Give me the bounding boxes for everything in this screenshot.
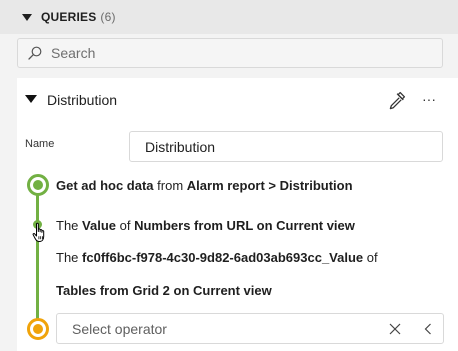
step-value[interactable]: Value bbox=[82, 218, 116, 233]
step-the: The bbox=[56, 250, 79, 265]
step-the: The bbox=[56, 218, 79, 233]
step-get-data[interactable]: Get ad hoc data from Alarm report > Dist… bbox=[56, 178, 353, 193]
queries-count: (6) bbox=[100, 10, 116, 24]
query-title: Distribution bbox=[47, 92, 118, 108]
search-box[interactable] bbox=[17, 38, 443, 68]
queries-section-header[interactable]: QUERIES (6) bbox=[0, 0, 458, 34]
caret-down-icon[interactable] bbox=[22, 13, 32, 21]
name-label: Name bbox=[25, 138, 55, 150]
step-of: of bbox=[366, 250, 378, 265]
queries-title-label: QUERIES bbox=[41, 10, 97, 24]
step-value-id[interactable]: The fc0ff6bc-f978-4c30-9d82-6ad03ab693cc… bbox=[56, 250, 378, 265]
pick-icon[interactable] bbox=[387, 90, 407, 110]
step-action: Get ad hoc data bbox=[56, 178, 154, 193]
end-node-icon bbox=[27, 318, 49, 340]
query-card-header[interactable]: Distribution ··· bbox=[17, 78, 458, 122]
clear-icon[interactable] bbox=[388, 322, 402, 336]
flow-connector-line bbox=[36, 186, 39, 329]
chevron-left-icon[interactable] bbox=[422, 322, 434, 336]
operator-placeholder: Select operator bbox=[72, 320, 167, 337]
caret-down-icon[interactable] bbox=[25, 95, 37, 103]
step-value-numbers[interactable]: The Value of Numbers from URL on Current… bbox=[56, 218, 355, 233]
search-input[interactable] bbox=[51, 45, 431, 61]
step-from: from bbox=[157, 178, 184, 193]
step-source[interactable]: Alarm report > Distribution bbox=[187, 178, 353, 193]
start-node-icon bbox=[27, 174, 49, 196]
step-target[interactable]: Numbers from URL on Current view bbox=[134, 218, 355, 233]
step-tables-target[interactable]: Tables from Grid 2 on Current view bbox=[56, 283, 272, 298]
name-field[interactable] bbox=[129, 131, 443, 162]
step-of: of bbox=[119, 218, 131, 233]
operator-select[interactable]: Select operator bbox=[56, 313, 444, 344]
step-target[interactable]: Tables from Grid 2 on Current view bbox=[56, 283, 272, 298]
queries-title: QUERIES (6) bbox=[41, 10, 116, 24]
more-options-icon[interactable]: ··· bbox=[418, 90, 440, 110]
query-card: Distribution ··· Name Get ad hoc data fr… bbox=[17, 78, 458, 351]
search-icon bbox=[28, 46, 42, 60]
step-id[interactable]: fc0ff6bc-f978-4c30-9d82-6ad03ab693cc_Val… bbox=[82, 250, 363, 265]
step-node-icon[interactable] bbox=[33, 220, 42, 229]
